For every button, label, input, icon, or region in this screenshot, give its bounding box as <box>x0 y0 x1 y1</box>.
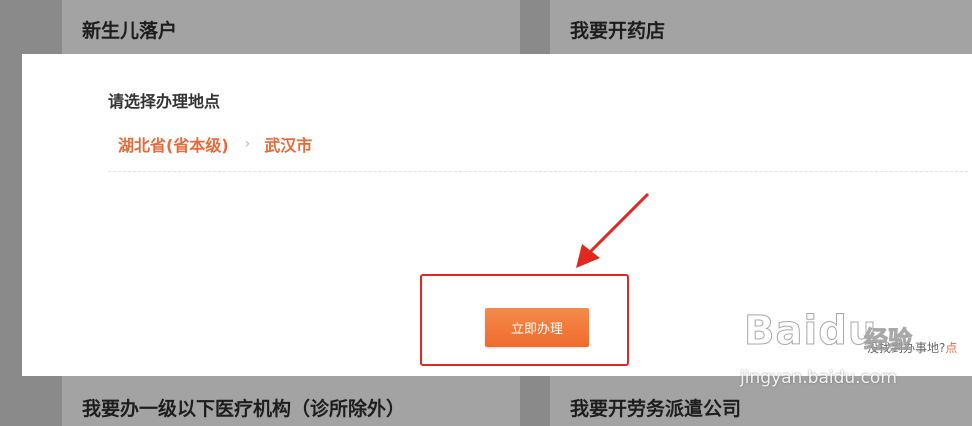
watermark-brand: Baidu <box>743 308 878 355</box>
modal-title: 请选择办理地点 <box>108 92 221 111</box>
service-card-medical: 我要办一级以下医疗机构（诊所除外） <box>62 376 520 426</box>
watermark-sub: 经验 <box>864 326 913 355</box>
breadcrumb-province[interactable]: 湖北省(省本级) <box>118 132 229 156</box>
location-breadcrumb: 湖北省(省本级) › 武汉市 <box>118 132 312 156</box>
annotation-arrow-icon <box>576 192 650 268</box>
service-card-title: 新生儿落户 <box>82 20 178 42</box>
service-card-title: 我要开劳务派遣公司 <box>570 398 742 420</box>
divider <box>108 171 968 172</box>
service-card-title: 我要开药店 <box>570 20 666 42</box>
annotation-highlight-box <box>420 274 629 366</box>
service-card-pharmacy: 我要开药店 <box>550 0 972 54</box>
service-card-title: 我要办一级以下医疗机构（诊所除外） <box>82 398 406 420</box>
chevron-right-icon: › <box>244 136 251 152</box>
watermark-url: jingyan.baidu.com <box>740 368 897 388</box>
baidu-watermark: Baidu 经验 jingyan.baidu.com <box>740 300 972 400</box>
service-card-newborn: 新生儿落户 <box>62 0 520 54</box>
breadcrumb-city[interactable]: 武汉市 <box>264 132 312 156</box>
